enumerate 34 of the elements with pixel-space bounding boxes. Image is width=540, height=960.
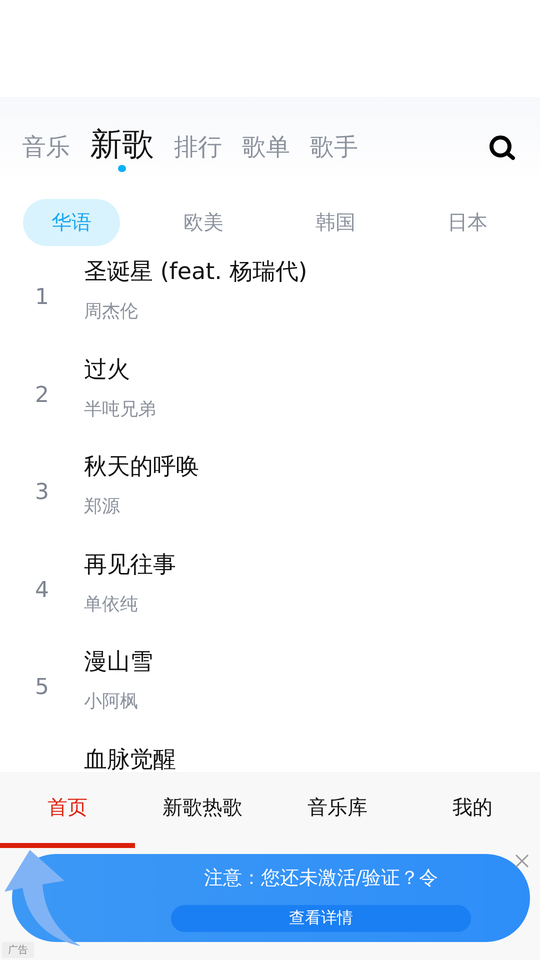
region-tab[interactable]: 韩国: [287, 199, 384, 246]
rank-number: 1: [35, 285, 49, 310]
song-title[interactable]: 再见往事: [84, 552, 176, 578]
rank-number: 2: [35, 382, 49, 408]
nav-tab[interactable]: 新歌热歌: [135, 772, 270, 848]
song-title[interactable]: 血脉觉醒: [84, 746, 176, 772]
region-tab[interactable]: 华语: [23, 199, 120, 246]
region-tab[interactable]: 日本: [419, 199, 516, 246]
artist-name: 小阿枫: [84, 690, 139, 713]
category-tab[interactable]: 歌单: [242, 130, 290, 172]
category-tab[interactable]: 歌手: [310, 130, 358, 172]
ad-label: 广告: [2, 942, 34, 958]
ad-banner[interactable]: 注意：您还未激活/验证？令 查看详情: [12, 854, 530, 942]
close-icon[interactable]: [514, 853, 530, 869]
song-title[interactable]: 圣诞星 (feat. 杨瑞代): [84, 259, 308, 285]
artist-name: 半吨兄弟: [84, 398, 156, 420]
details-button[interactable]: 查看详情: [171, 904, 471, 932]
category-tab[interactable]: 音乐: [22, 130, 70, 172]
song-title[interactable]: 漫山雪: [84, 649, 153, 675]
search-icon[interactable]: [488, 134, 516, 162]
nav-tab[interactable]: 我的: [405, 772, 540, 848]
song-title[interactable]: 过火: [84, 356, 156, 382]
artist-name: 郑源: [84, 495, 121, 518]
artist-name: 周杰伦: [84, 300, 139, 323]
nav-tab[interactable]: 音乐库: [270, 772, 405, 848]
rank-number: 5: [35, 675, 49, 700]
region-tab[interactable]: 欧美: [155, 199, 252, 246]
ad-text: 注意：您还未激活/验证？令: [204, 866, 438, 890]
rank-number: 4: [35, 578, 49, 603]
category-tab[interactable]: 新歌: [90, 124, 154, 172]
song-title[interactable]: 秋天的呼唤: [84, 454, 199, 480]
rank-number: 3: [35, 480, 49, 506]
artist-name: 单依纯: [84, 592, 139, 616]
category-tab[interactable]: 排行: [174, 130, 222, 172]
